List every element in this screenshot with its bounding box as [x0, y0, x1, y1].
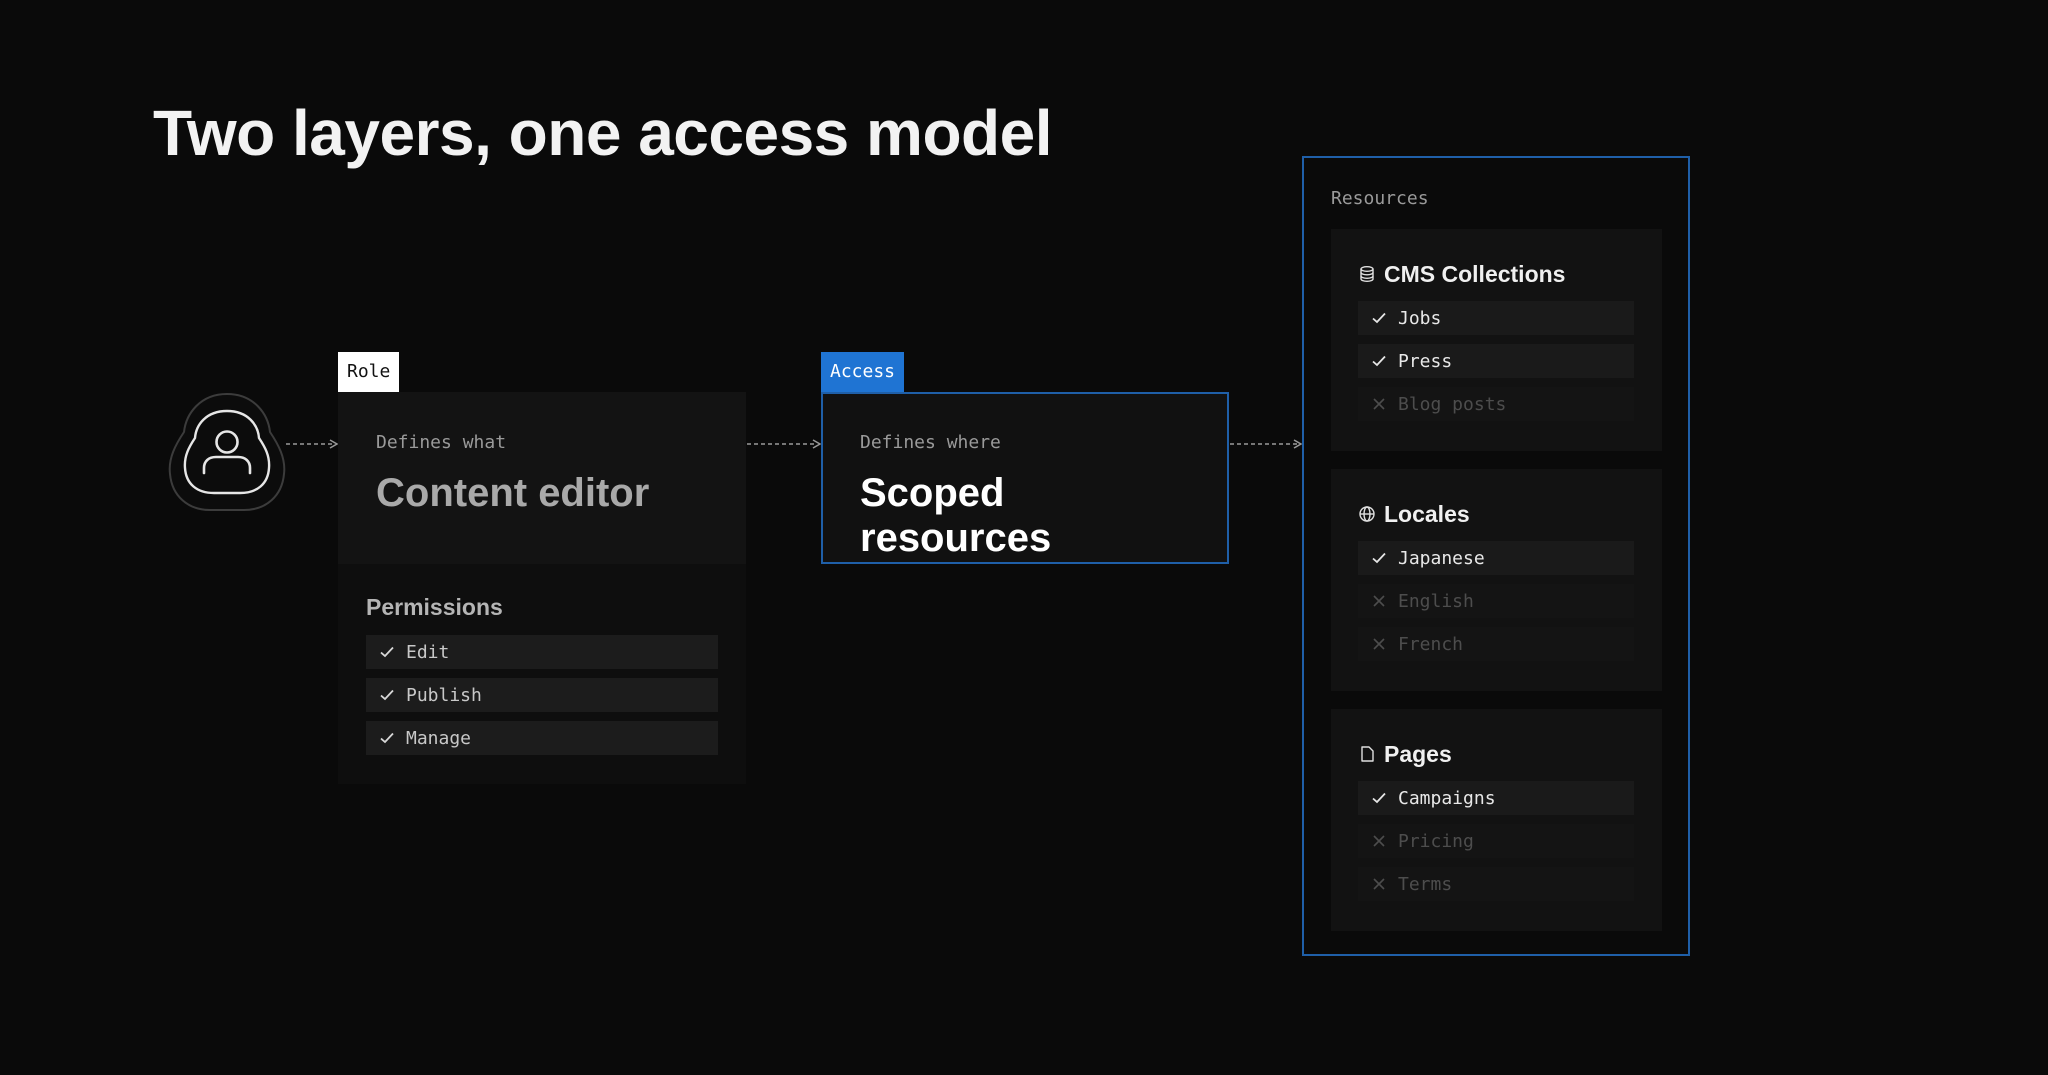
x-icon — [1373, 835, 1385, 847]
check-icon — [1372, 552, 1386, 564]
x-icon — [1373, 878, 1385, 890]
access-kicker: Defines where — [860, 432, 1001, 453]
resource-label: Pricing — [1398, 830, 1474, 852]
role-tag: Role — [338, 352, 400, 392]
page-title: Two layers, one access model — [153, 97, 1053, 169]
resource-label: Campaigns — [1398, 787, 1496, 809]
resource-row: Jobs — [1358, 301, 1634, 335]
resource-label: Jobs — [1398, 307, 1442, 329]
access-name: Scoped resources — [860, 471, 1052, 560]
resource-label: English — [1398, 590, 1474, 612]
user-icon — [168, 392, 286, 511]
role-kicker: Defines what — [376, 432, 507, 453]
resource-row: Blog posts — [1358, 387, 1634, 421]
check-icon — [1372, 355, 1386, 367]
resource-row: Terms — [1358, 867, 1634, 901]
page-icon — [1361, 746, 1374, 762]
resource-label: French — [1398, 633, 1464, 655]
resource-row: Japanese — [1358, 541, 1634, 575]
role-card: Defines what Content editor Permissions … — [338, 392, 746, 784]
group-title: CMS Collections — [1384, 260, 1566, 287]
resource-group-pages: Pages Campaigns Pricing Terms — [1331, 709, 1662, 931]
access-tag: Access — [821, 352, 905, 392]
role-name: Content editor — [376, 471, 650, 515]
globe-icon — [1359, 506, 1375, 522]
resources-panel: Resources CMS Collections Jobs Press Blo… — [1302, 156, 1690, 956]
permission-row: Manage — [366, 721, 718, 755]
permissions-section: Permissions Edit Publish Manage — [338, 564, 746, 784]
permission-label: Publish — [406, 684, 482, 706]
access-card: Defines where Scoped resources — [821, 392, 1229, 564]
resource-label: Press — [1398, 350, 1453, 372]
check-icon — [1372, 312, 1386, 324]
check-icon — [380, 732, 394, 744]
x-icon — [1373, 398, 1385, 410]
resources-label: Resources — [1331, 188, 1429, 209]
x-icon — [1373, 595, 1385, 607]
role-header: Defines what Content editor — [338, 392, 746, 564]
connector-access-resources — [1230, 439, 1303, 449]
permission-row: Edit — [366, 635, 718, 669]
resource-row: French — [1358, 627, 1634, 661]
permission-label: Edit — [406, 641, 450, 663]
permission-label: Manage — [406, 727, 472, 749]
check-icon — [380, 689, 394, 701]
resource-label: Japanese — [1398, 547, 1485, 569]
x-icon — [1373, 638, 1385, 650]
resource-row: Press — [1358, 344, 1634, 378]
database-icon — [1360, 266, 1374, 283]
resource-group-locales: Locales Japanese English French — [1331, 469, 1662, 691]
resource-group-cms-collections: CMS Collections Jobs Press Blog posts — [1331, 229, 1662, 451]
connector-role-access — [747, 439, 822, 449]
resource-row: Campaigns — [1358, 781, 1634, 815]
connector-user-role — [286, 439, 339, 449]
resource-label: Terms — [1398, 873, 1453, 895]
group-title: Pages — [1384, 740, 1452, 767]
resource-row: Pricing — [1358, 824, 1634, 858]
group-title: Locales — [1384, 500, 1470, 527]
resource-label: Blog posts — [1398, 393, 1507, 415]
check-icon — [1372, 792, 1386, 804]
permissions-title: Permissions — [366, 594, 503, 620]
permission-row: Publish — [366, 678, 718, 712]
resource-row: English — [1358, 584, 1634, 618]
check-icon — [380, 646, 394, 658]
